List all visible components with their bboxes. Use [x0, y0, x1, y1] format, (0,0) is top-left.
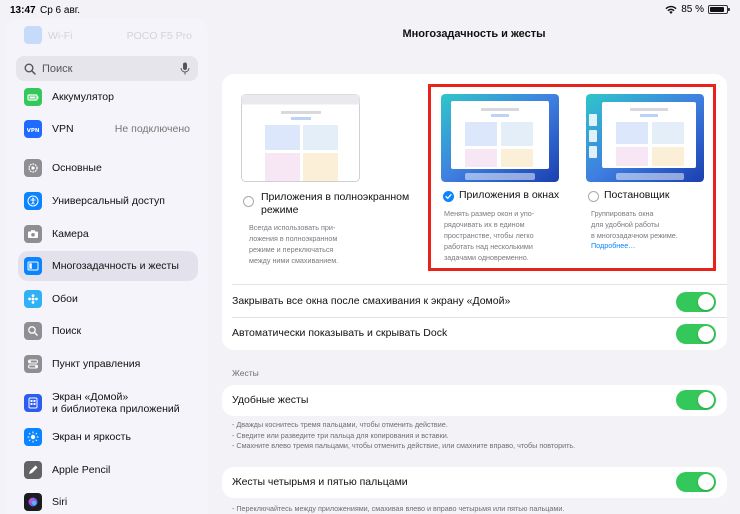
sidebar-item-label: Пункт управления — [52, 358, 141, 370]
sidebar-item-value: Не подключено — [114, 123, 190, 135]
sidebar-item-label: Wi‑Fi — [48, 30, 73, 42]
note-line: - Переключайтесь между приложениями, сма… — [232, 504, 565, 513]
sidebar-item[interactable]: Экран «Домой» и библиотека приложений — [18, 385, 198, 421]
sidebar-item[interactable]: Основные — [18, 153, 198, 183]
note-line: - Дважды коснитесь тремя пальцами, чтобы… — [232, 420, 448, 429]
status-right: 85 % — [665, 4, 730, 15]
auto-dock-label: Автоматически показывать и скрывать Dock — [232, 327, 448, 339]
sidebar-item[interactable]: Siri — [18, 487, 198, 514]
mode-fullscreen-radio[interactable] — [243, 196, 254, 207]
svg-text:VPN: VPN — [27, 128, 39, 134]
sidebar-item-wifi[interactable]: Wi‑Fi POCO F5 Pro — [6, 18, 208, 52]
handy-gestures-notes: - Дважды коснитесь тремя пальцами, чтобы… — [232, 420, 722, 452]
sidebar-item[interactable]: Многозадачность и жесты — [18, 251, 198, 281]
gear-icon — [24, 159, 42, 177]
microphone-icon[interactable] — [180, 62, 190, 75]
four-five-finger-note: - Переключайтесь между приложениями, сма… — [232, 504, 722, 514]
sidebar-item-label: Основные — [52, 162, 102, 174]
search-bar[interactable] — [16, 56, 198, 81]
battery-icon — [24, 88, 42, 106]
four-five-finger-label: Жесты четырьмя и пятью пальцами — [232, 476, 408, 488]
battery-fill — [710, 7, 724, 12]
sidebar-item[interactable]: Пункт управления — [18, 349, 198, 379]
close-windows-toggle[interactable] — [676, 292, 716, 312]
note-line: - Смахните влево тремя пальцами, чтобы о… — [232, 441, 576, 450]
brightness-icon — [24, 428, 42, 446]
pencil-icon — [24, 461, 42, 479]
sidebar-item[interactable]: Обои — [18, 284, 198, 314]
note-line: - Сведите или разведите три пальца для к… — [232, 430, 449, 440]
status-time: 13:47 — [10, 5, 36, 16]
sidebar-item[interactable]: Камера — [18, 219, 198, 249]
highlight-box — [428, 84, 716, 271]
wallpaper-icon — [24, 290, 42, 308]
sidebar-item-label: Аккумулятор — [52, 91, 114, 103]
sidebar-item-label: Siri — [52, 496, 68, 508]
sidebar-item-label: Поиск — [52, 325, 82, 337]
status-date: Ср 6 авг. — [40, 5, 80, 16]
fullscreen-preview-image — [241, 94, 360, 182]
sidebar: Wi‑Fi POCO F5 Pro Аккумулятор VPN VPN Не по… — [6, 18, 208, 514]
four-five-finger-row: Жесты четырьмя и пятью пальцами — [222, 467, 727, 497]
wifi-icon — [24, 26, 42, 44]
sidebar-item[interactable]: VPN VPN Не подключено — [18, 114, 198, 144]
sidebar-item-label: Многозадачность и жесты — [52, 260, 179, 272]
home-screen-icon — [24, 394, 42, 412]
battery-percent: 85 % — [681, 4, 704, 15]
mode-fullscreen[interactable]: Приложения в полноэкранном режиме Всегда … — [222, 74, 422, 284]
close-windows-label: Закрывать все окна после смахивания к эк… — [232, 295, 511, 307]
search-icon — [24, 63, 36, 75]
multitasking-icon — [24, 257, 42, 275]
battery-icon — [708, 5, 730, 14]
search-input[interactable] — [42, 62, 180, 75]
divider — [232, 284, 727, 285]
sidebar-item-label: Универсальный доступ — [52, 195, 165, 207]
accessibility-icon — [24, 192, 42, 210]
search-icon — [24, 322, 42, 340]
auto-dock-row: Автоматически показывать и скрывать Dock — [222, 318, 727, 348]
sidebar-item[interactable]: Apple Pencil — [18, 455, 198, 485]
sidebar-item[interactable]: Универсальный доступ — [18, 186, 198, 216]
sidebar-item[interactable]: Аккумулятор — [18, 82, 198, 112]
page-title: Многозадачность и жесты — [402, 28, 546, 40]
handy-gestures-row: Удобные жесты — [222, 385, 727, 415]
close-windows-row: Закрывать все окна после смахивания к эк… — [222, 286, 727, 316]
control-center-icon — [24, 355, 42, 373]
handy-gestures-label: Удобные жесты — [232, 394, 309, 406]
mode-fullscreen-description: Всегда использовать при-ложения в полноэ… — [249, 223, 339, 265]
wifi-icon — [665, 5, 677, 14]
sidebar-item-label: Apple Pencil — [52, 464, 111, 476]
sidebar-item[interactable]: Поиск — [18, 316, 198, 346]
handy-gestures-card: Удобные жесты — [222, 385, 727, 416]
four-five-finger-toggle[interactable] — [676, 472, 716, 492]
sidebar-item-label: Камера — [52, 228, 89, 240]
sidebar-item-label: Экран и яркость — [52, 431, 131, 443]
status-bar: 13:47 Ср 6 авг. 85 % — [0, 0, 740, 20]
mode-fullscreen-title: Приложения в полноэкранном режиме — [261, 191, 410, 216]
gestures-section-label: Жесты — [232, 368, 259, 378]
vpn-icon: VPN — [24, 120, 42, 138]
auto-dock-toggle[interactable] — [676, 324, 716, 344]
siri-icon — [24, 493, 42, 511]
sidebar-item[interactable]: Экран и яркость — [18, 422, 198, 452]
camera-icon — [24, 225, 42, 243]
sidebar-item-value: POCO F5 Pro — [126, 30, 192, 42]
handy-gestures-toggle[interactable] — [676, 390, 716, 410]
sidebar-item-label: Обои — [52, 293, 78, 305]
four-five-finger-card: Жесты четырьмя и пятью пальцами — [222, 467, 727, 498]
sidebar-item-label: Экран «Домой» и библиотека приложений — [52, 391, 180, 415]
sidebar-item-label: VPN — [52, 123, 74, 135]
